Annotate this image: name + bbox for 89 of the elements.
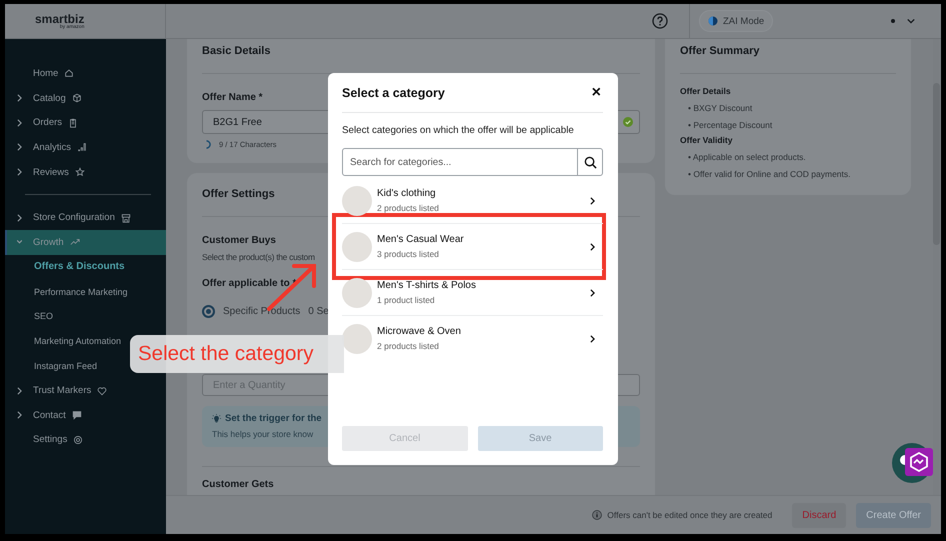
card-title: Basic Details (202, 45, 270, 57)
trend-up-icon (70, 237, 80, 248)
sidebar-subitem[interactable]: Marketing Automation (34, 328, 122, 354)
sidebar-item[interactable]: Store Configuration (5, 205, 166, 230)
section-description: Select the product(s) the custom (202, 252, 315, 262)
chevron-icon (17, 168, 22, 176)
hint-text: This helps your store know (212, 429, 314, 439)
dialog-subtitle: Select categories on which the offer will be applicable (342, 125, 575, 136)
selection-count: 0 Se (308, 306, 329, 317)
section-heading: Customer Gets (202, 479, 274, 490)
settings-icon (73, 434, 84, 445)
product-count: 2 products listed (377, 203, 440, 213)
field-label: Offer Name * (202, 92, 263, 103)
info-icon (592, 510, 602, 520)
photo-placeholder (342, 186, 372, 216)
home-icon (64, 68, 74, 78)
radio-button[interactable] (202, 305, 215, 318)
status-dot (891, 19, 895, 23)
sidebar-item[interactable]: Home (5, 61, 166, 86)
bar-chart-icon (77, 142, 88, 152)
annotation-callout: Select the category (130, 335, 344, 373)
chevron-right-icon (590, 242, 595, 250)
footer-notice: Offers can't be edited once they are created (607, 510, 772, 520)
chat-bubble-icon (72, 410, 82, 420)
card-title: Offer Summary (680, 45, 760, 57)
chevron-icon (17, 386, 22, 395)
star-icon (74, 167, 85, 178)
summary-bullet: • Offer valid for Online and COD payments. (688, 169, 852, 179)
chevron-down-icon[interactable] (907, 18, 915, 24)
chevron-icon (17, 214, 22, 222)
clipboard-icon (68, 118, 78, 128)
photo-placeholder (342, 324, 372, 354)
product-count: 2 products listed (377, 341, 440, 351)
sidebar-item[interactable]: Orders (5, 110, 166, 136)
search-icon[interactable] (584, 156, 596, 168)
sidebar-item[interactable]: Catalog (5, 86, 166, 110)
hexagon-logo-icon (905, 448, 933, 476)
sidebar-subitem[interactable]: Performance Marketing (34, 280, 128, 304)
dialog-title: Select a category (342, 86, 445, 100)
category-item[interactable]: Microwave & Oven 2 products listed (342, 316, 603, 361)
half-circle-icon (708, 16, 718, 26)
category-name: Men's Casual Wear (377, 234, 465, 245)
sidebar-item[interactable]: Contact (5, 402, 166, 428)
chevron-right-icon (590, 334, 595, 342)
section-heading: Customer Buys (202, 235, 276, 246)
summary-bullet: • Applicable on select products. (688, 152, 807, 162)
chevron-icon (17, 94, 22, 102)
logo-text: smartbiz (35, 12, 84, 24)
chat-widget[interactable] (892, 443, 932, 483)
summary-bullet: • Percentage Discount (688, 120, 774, 130)
sidebar-item[interactable]: Analytics (5, 135, 166, 160)
photo-placeholder (342, 278, 372, 308)
search-field[interactable]: Search for categories... (343, 149, 577, 175)
heart-icon (97, 386, 108, 396)
chevron-right-icon (590, 288, 595, 296)
card-title: Offer Settings (202, 188, 275, 200)
category-item[interactable]: Men's T-shirts & Polos 1 product listed (342, 270, 603, 316)
summary-heading: Offer Validity (680, 135, 734, 145)
mode-toggle[interactable]: ZAI Mode (699, 10, 774, 32)
category-item[interactable]: Kid's clothing 2 products listed (342, 178, 603, 224)
sidebar-subitem[interactable]: Instagram Feed (34, 354, 98, 378)
summary-bullet: • BXGY Discount (688, 103, 754, 113)
sidebar-item[interactable]: Settings (5, 428, 166, 452)
chevron-icon (17, 411, 22, 420)
search-bar[interactable]: Search for categories... (342, 148, 603, 176)
check-icon (623, 117, 633, 127)
sidebar-subitem[interactable]: Offers & Discounts (34, 254, 125, 280)
hint-title: Set the trigger for the (225, 413, 322, 424)
chevron-right-icon (590, 196, 595, 204)
close-button[interactable]: × (590, 84, 603, 100)
sidebar-item[interactable]: Trust Markers (5, 378, 166, 403)
category-name: Microwave & Oven (377, 326, 462, 337)
summary-heading: Offer Details (680, 86, 732, 96)
help-icon[interactable] (652, 13, 668, 29)
chevron-icon (17, 143, 22, 152)
sidebar-subitem[interactable]: SEO (34, 304, 54, 329)
chevron-icon (17, 238, 22, 246)
product-count: 3 products listed (377, 249, 440, 259)
photo-placeholder (342, 232, 372, 262)
product-count: 1 product listed (377, 295, 436, 305)
chevron-icon (17, 118, 22, 127)
sidebar-item[interactable]: Reviews (5, 160, 166, 184)
cube-icon (72, 93, 82, 104)
lightbulb-icon (212, 414, 221, 423)
radio-label: Specific Products (223, 306, 300, 317)
category-name: Kid's clothing (377, 188, 437, 199)
category-name: Men's T-shirts & Polos (377, 280, 477, 291)
category-item[interactable]: Men's Casual Wear 3 products listed (342, 224, 603, 270)
store-icon (120, 212, 131, 223)
